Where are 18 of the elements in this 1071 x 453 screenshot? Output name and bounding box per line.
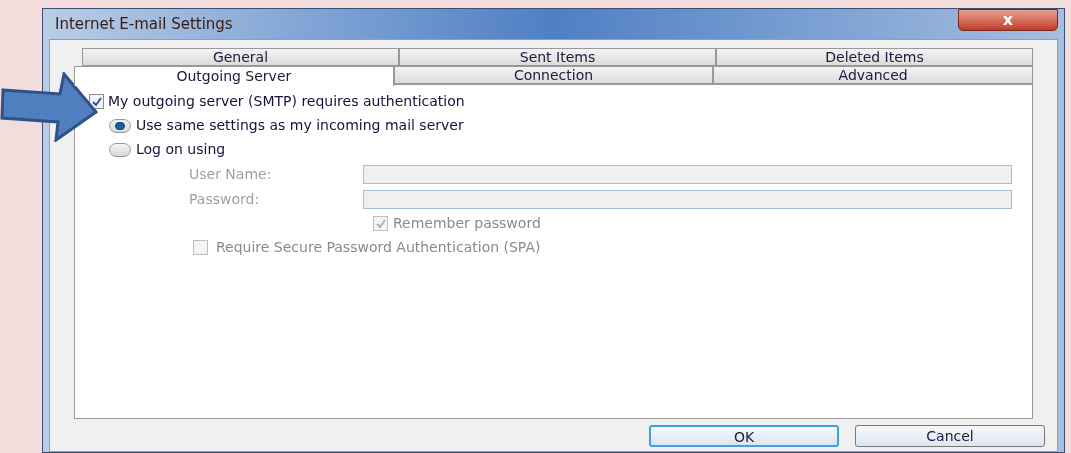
tab[interactable]: General [82, 48, 399, 66]
checkbox-label: My outgoing server (SMTP) requires authentication [108, 92, 465, 111]
tab[interactable]: Advanced [713, 66, 1033, 84]
checkbox-label: Remember password [393, 214, 541, 233]
tab[interactable]: Sent Items [399, 48, 716, 66]
ok-button[interactable]: OK [649, 425, 839, 447]
radio-button[interactable] [109, 118, 131, 133]
tab[interactable]: Deleted Items [716, 48, 1033, 66]
cancel-button[interactable]: Cancel [855, 425, 1045, 447]
checkbox-label: Require Secure Password Authentication (SPA) [216, 238, 541, 257]
field-label: Password: [189, 189, 261, 209]
field-label: User Name: [189, 164, 273, 184]
tab[interactable]: Connection [393, 66, 714, 84]
window-title: Internet E-mail Settings [55, 13, 233, 35]
radio-label: Log on using [136, 140, 226, 159]
radio-button[interactable] [109, 142, 131, 157]
tab[interactable]: Outgoing Server [74, 66, 394, 86]
radio-label: Use same settings as my incoming mail server [136, 116, 464, 135]
